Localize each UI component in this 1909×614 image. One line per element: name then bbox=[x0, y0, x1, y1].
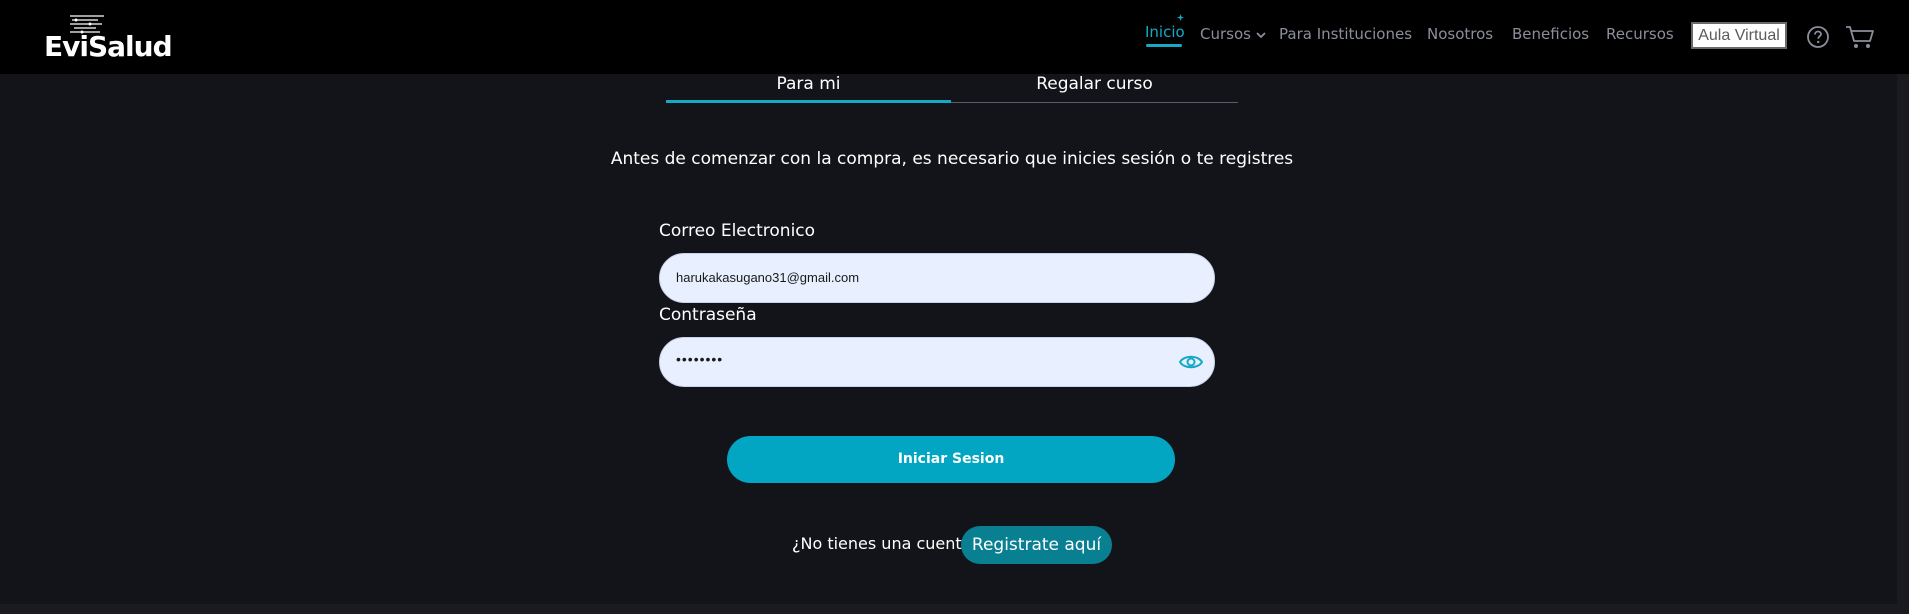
password-label: Contraseña bbox=[659, 305, 757, 325]
logo-text: EviSalud bbox=[44, 30, 173, 63]
aula-virtual-button[interactable]: Aula Virtual bbox=[1691, 22, 1787, 49]
intro-text: Antes de comenzar con la compra, es nece… bbox=[610, 149, 1294, 169]
nav-nosotros[interactable]: Nosotros bbox=[1427, 25, 1493, 43]
register-button[interactable]: Registrate aquí bbox=[961, 526, 1112, 564]
nav-recursos[interactable]: Recursos bbox=[1606, 25, 1674, 43]
nav-para-instituciones[interactable]: Para Instituciones bbox=[1279, 25, 1412, 43]
purchase-tabs: Para mi Regalar curso bbox=[666, 74, 1238, 103]
no-account-text: ¿No tienes una cuenta? bbox=[792, 534, 980, 553]
chevron-down-icon[interactable] bbox=[1255, 30, 1267, 40]
bottom-strip bbox=[0, 604, 1909, 614]
page-scrollbar[interactable] bbox=[1897, 74, 1909, 604]
nav-beneficios[interactable]: Beneficios bbox=[1512, 25, 1589, 43]
top-navbar: EviSalud Inicio Cursos Para Institucione… bbox=[0, 0, 1909, 74]
email-label: Correo Electronico bbox=[659, 221, 816, 241]
nav-cursos[interactable]: Cursos bbox=[1200, 25, 1251, 43]
email-value: harukakasugano31@gmail.com bbox=[676, 270, 860, 285]
help-icon[interactable] bbox=[1806, 25, 1830, 49]
tab-para-mi[interactable]: Para mi bbox=[666, 74, 951, 103]
active-sparkle-icon bbox=[1177, 14, 1184, 21]
password-field[interactable]: •••••••• bbox=[659, 337, 1215, 387]
tab-regalar-curso[interactable]: Regalar curso bbox=[951, 74, 1238, 103]
email-field[interactable]: harukakasugano31@gmail.com bbox=[659, 253, 1215, 303]
active-nav-indicator bbox=[1146, 44, 1182, 47]
evisalud-logo[interactable]: EviSalud bbox=[44, 14, 174, 63]
nav-inicio[interactable]: Inicio bbox=[1145, 23, 1185, 41]
cart-icon[interactable] bbox=[1845, 24, 1875, 50]
password-value: •••••••• bbox=[676, 351, 724, 367]
login-button[interactable]: Iniciar Sesion bbox=[727, 436, 1175, 483]
eye-icon[interactable] bbox=[1178, 351, 1204, 373]
